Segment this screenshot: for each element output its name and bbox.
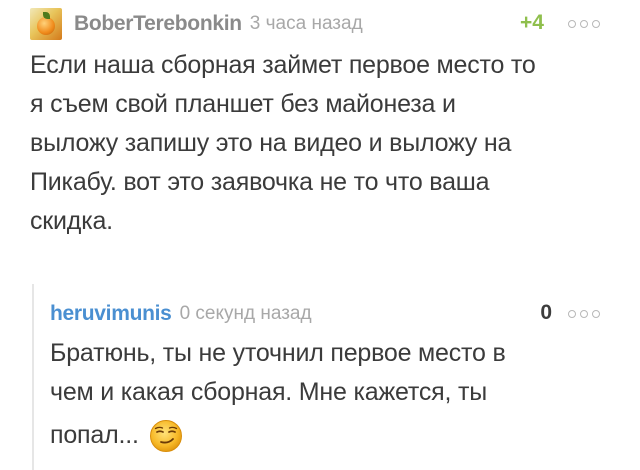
comment-text-line: я съем свой планшет без майонеза и <box>30 90 456 118</box>
thread-line[interactable] <box>32 284 34 470</box>
comment-text: Если наша сборная займет первое место то… <box>30 46 600 241</box>
reply-content: heruvimunis 0 секунд назад 0 Братюнь, ты… <box>50 298 600 455</box>
reply-text-line-content: попал... <box>50 421 139 449</box>
avatar-ball-shape <box>37 17 55 35</box>
avatar-leaf-shape <box>43 12 50 19</box>
comment-text-line: скидка. <box>30 207 113 235</box>
comment-header: BoberTerebonkin 3 часа назад +4 <box>30 8 600 40</box>
comment-more-icon[interactable] <box>568 20 600 28</box>
dot-icon <box>568 310 576 318</box>
comment-text-line: Пикабу. вот это заявочка не то что ваша <box>30 168 490 196</box>
dot-icon <box>592 20 600 28</box>
reply-text-line: попал... <box>50 416 600 455</box>
reply-timestamp[interactable]: 0 секунд назад <box>180 303 312 325</box>
comment-rating: +4 <box>520 11 544 34</box>
reply-rating: 0 <box>540 301 552 324</box>
avatar[interactable] <box>30 8 62 40</box>
dot-icon <box>580 20 588 28</box>
comment: BoberTerebonkin 3 часа назад +4 Если наш… <box>30 8 600 241</box>
comment-username[interactable]: BoberTerebonkin <box>74 12 242 36</box>
reply-text-line: чем и какая сборная. Мне кажется, ты <box>50 378 487 406</box>
smirking-face-icon <box>150 420 183 453</box>
dot-icon <box>592 310 600 318</box>
dot-icon <box>568 20 576 28</box>
comment-text-line: выложу запишу это на видео и выложу на <box>30 129 512 157</box>
reply-header: heruvimunis 0 секунд назад 0 <box>50 298 600 330</box>
comment-timestamp[interactable]: 3 часа назад <box>250 13 363 35</box>
reply-text: Братюнь, ты не уточнил первое место в че… <box>50 334 600 455</box>
reply-text-line: Братюнь, ты не уточнил первое место в <box>50 339 506 367</box>
reply-username[interactable]: heruvimunis <box>50 302 172 326</box>
reply-more-icon[interactable] <box>568 310 600 318</box>
reply-comment: heruvimunis 0 секунд назад 0 Братюнь, ты… <box>32 284 600 470</box>
comment-text-line: Если наша сборная займет первое место то <box>30 51 536 79</box>
dot-icon <box>580 310 588 318</box>
